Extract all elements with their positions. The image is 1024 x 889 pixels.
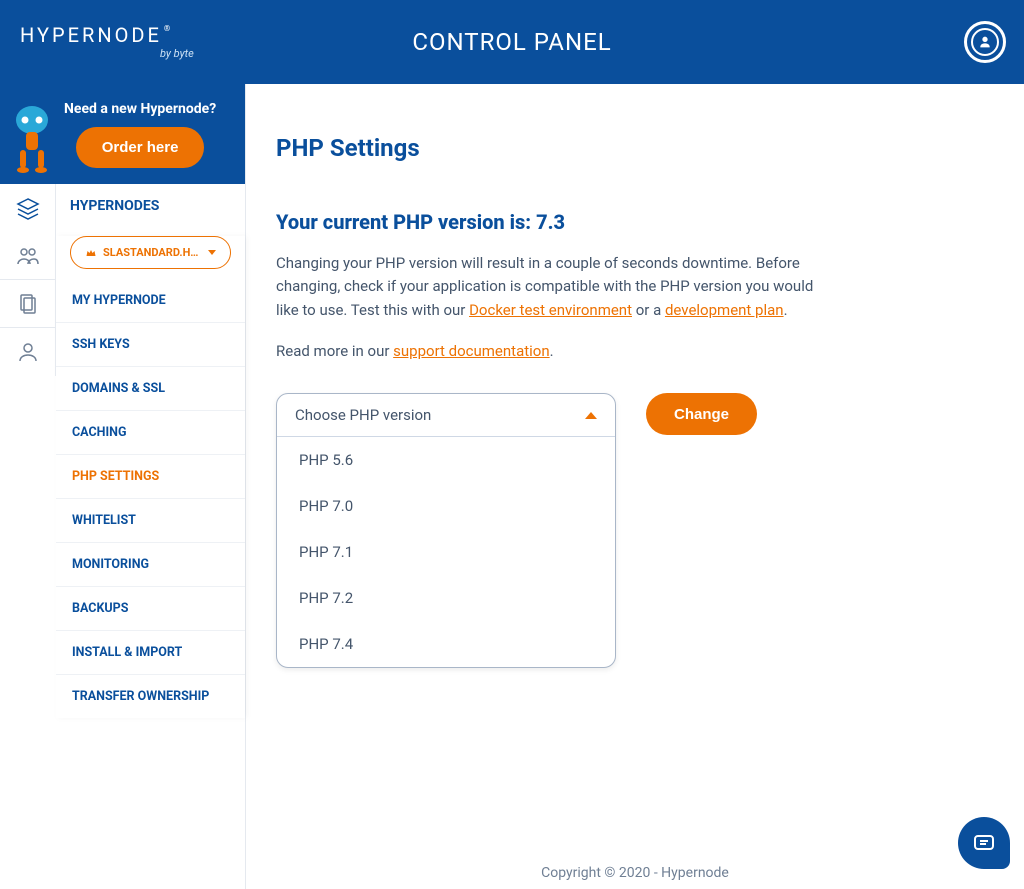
rail-hypernodes[interactable] xyxy=(0,184,56,232)
header: HYPERNODE® by byte CONTROL PANEL xyxy=(0,0,1024,84)
chevron-down-icon xyxy=(208,250,216,255)
chevron-up-icon xyxy=(585,412,597,419)
main-content: PHP Settings Your current PHP version is… xyxy=(246,84,1024,889)
php-version-select[interactable]: Choose PHP version PHP 5.6 PHP 7.0 PHP 7… xyxy=(276,393,616,668)
select-placeholder: Choose PHP version xyxy=(295,406,431,424)
hypernode-selector[interactable]: SLASTANDARD.HYPERN… xyxy=(70,236,231,269)
chat-icon xyxy=(972,831,996,855)
option-php-7-1[interactable]: PHP 7.1 xyxy=(277,529,615,575)
select-header[interactable]: Choose PHP version xyxy=(277,394,615,437)
mascot-icon xyxy=(8,94,56,174)
rail-account[interactable] xyxy=(0,328,56,376)
icon-rail xyxy=(0,184,56,376)
rail-teams[interactable] xyxy=(0,232,56,280)
user-icon xyxy=(977,34,993,50)
sidebar-nav: HYPERNODES SLASTANDARD.HYPERN… MY HYPERN… xyxy=(56,184,245,718)
promo-banner: Need a new Hypernode? Order here xyxy=(0,84,245,184)
footer-copyright: Copyright © 2020 - Hypernode xyxy=(541,865,729,881)
description-para-1: Changing your PHP version will result in… xyxy=(276,252,836,322)
support-docs-link[interactable]: support documentation xyxy=(393,342,549,360)
page-title: PHP Settings xyxy=(276,134,984,162)
layers-icon xyxy=(16,196,40,220)
nav-backups[interactable]: BACKUPS xyxy=(56,587,245,631)
sidebar: Need a new Hypernode? Order here HYPERNO… xyxy=(0,84,246,889)
user-menu-button[interactable] xyxy=(964,21,1006,63)
description-para-2: Read more in our support documentation. xyxy=(276,340,836,363)
option-php-5-6[interactable]: PHP 5.6 xyxy=(277,437,615,483)
person-icon xyxy=(16,340,40,364)
nav-my-hypernode[interactable]: MY HYPERNODE xyxy=(56,279,245,323)
brand-logo: HYPERNODE® by byte xyxy=(20,25,194,60)
option-php-7-4[interactable]: PHP 7.4 xyxy=(277,621,615,667)
nav-whitelist[interactable]: WHITELIST xyxy=(56,499,245,543)
page-header-title: CONTROL PANEL xyxy=(412,28,611,56)
current-version-heading: Your current PHP version is: 7.3 xyxy=(276,210,984,234)
nav-domains-ssl[interactable]: DOMAINS & SSL xyxy=(56,367,245,411)
nav-caching[interactable]: CACHING xyxy=(56,411,245,455)
development-plan-link[interactable]: development plan xyxy=(665,301,784,319)
rail-billing[interactable] xyxy=(0,280,56,328)
nav-ssh-keys[interactable]: SSH KEYS xyxy=(56,323,245,367)
change-button[interactable]: Change xyxy=(646,393,757,435)
option-php-7-0[interactable]: PHP 7.0 xyxy=(277,483,615,529)
nav-php-settings[interactable]: PHP SETTINGS xyxy=(56,455,245,499)
nav-transfer-ownership[interactable]: TRANSFER OWNERSHIP xyxy=(56,675,245,718)
users-icon xyxy=(16,244,40,268)
crown-icon xyxy=(85,247,97,259)
php-version-card: Your current PHP version is: 7.3 Changin… xyxy=(276,210,984,668)
order-here-button[interactable]: Order here xyxy=(76,127,205,168)
documents-icon xyxy=(16,292,40,316)
docker-env-link[interactable]: Docker test environment xyxy=(469,301,632,319)
nav-install-import[interactable]: INSTALL & IMPORT xyxy=(56,631,245,675)
nav-monitoring[interactable]: MONITORING xyxy=(56,543,245,587)
option-php-7-2[interactable]: PHP 7.2 xyxy=(277,575,615,621)
nav-section-title[interactable]: HYPERNODES xyxy=(56,184,245,228)
chat-widget-button[interactable] xyxy=(958,817,1010,869)
promo-question: Need a new Hypernode? xyxy=(64,101,216,117)
